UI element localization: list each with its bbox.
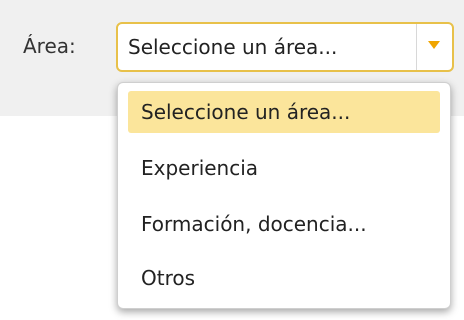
option-seleccione-area[interactable]: Seleccione un área... xyxy=(128,91,440,133)
screen: Área: Seleccione un área... Seleccione u… xyxy=(0,0,464,320)
area-select-value: Seleccione un área... xyxy=(128,35,338,59)
option-label: Formación, docencia... xyxy=(141,212,367,236)
dropdown-toggle-button[interactable] xyxy=(417,24,452,70)
option-formacion-docencia[interactable]: Formación, docencia... xyxy=(128,203,440,245)
area-label: Área: xyxy=(23,34,76,58)
option-otros[interactable]: Otros xyxy=(128,257,440,299)
option-experiencia[interactable]: Experiencia xyxy=(128,147,440,189)
option-label: Seleccione un área... xyxy=(141,100,351,124)
area-dropdown-list: Seleccione un área... Experiencia Formac… xyxy=(117,82,451,309)
option-label: Otros xyxy=(141,266,196,290)
area-select[interactable]: Seleccione un área... xyxy=(116,22,454,72)
option-label: Experiencia xyxy=(141,156,259,180)
chevron-down-icon xyxy=(428,41,440,49)
